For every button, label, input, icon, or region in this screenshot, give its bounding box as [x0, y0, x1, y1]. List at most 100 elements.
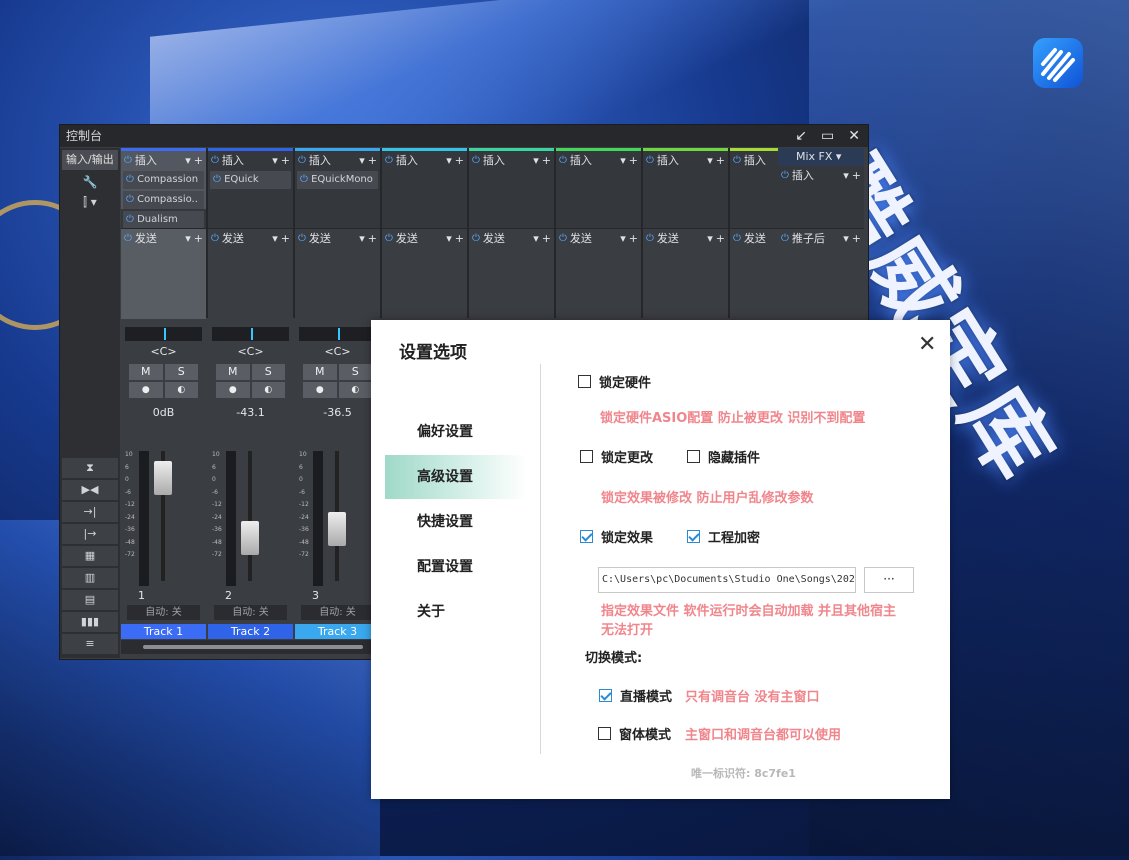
add-icon[interactable]: + [542, 154, 551, 167]
nav-preferences[interactable]: 偏好设置 [385, 410, 527, 454]
routing-icon[interactable]: ⫿ ▾ [60, 192, 120, 212]
automation-button[interactable]: 自动: 关 [127, 605, 200, 620]
window-mode-option[interactable]: 窗体模式 [598, 724, 671, 743]
window-mode-checkbox[interactable] [598, 727, 611, 740]
power-icon[interactable]: ⏻ [646, 155, 654, 166]
power-icon[interactable]: ⏻ [124, 155, 132, 166]
hide-plugins-checkbox[interactable] [687, 450, 700, 463]
add-icon[interactable]: + [629, 154, 638, 167]
browse-button[interactable]: ··· [864, 567, 914, 593]
power-icon[interactable]: ⏻ [211, 155, 219, 166]
mute-button[interactable]: M [216, 364, 250, 380]
insert-section[interactable]: ⏻ 插入 ▾ + ⏻ Compassion ⏻ Compassio.. ⏻ Dualism [121, 151, 206, 229]
pan-control[interactable] [299, 327, 376, 341]
hide-plugins-option[interactable]: 隐藏插件 [687, 447, 760, 466]
solo-button[interactable]: S [338, 364, 372, 380]
add-icon[interactable]: + [852, 232, 861, 245]
power-icon[interactable]: ⏻ [781, 233, 789, 244]
dropdown-icon[interactable]: ▾ [359, 154, 365, 167]
fader-knob[interactable] [241, 521, 259, 556]
send-section[interactable]: ⏻发送 ▾+ [295, 228, 380, 319]
monitor-icon[interactable]: ◐ [251, 382, 285, 398]
solo-button[interactable]: S [251, 364, 285, 380]
monitor-icon[interactable]: ◐ [338, 382, 372, 398]
wrench-icon[interactable]: 🔧 [60, 172, 120, 192]
track-name[interactable]: Track 1 [121, 624, 206, 639]
horizontal-scrollbar[interactable] [121, 640, 371, 654]
power-icon[interactable]: ⏻ [472, 233, 480, 244]
plugin-slot[interactable]: ⏻ Compassio.. [123, 191, 204, 209]
power-icon[interactable]: ⏻ [385, 233, 393, 244]
add-icon[interactable]: + [368, 232, 377, 245]
power-icon[interactable]: ⏻ [126, 194, 137, 205]
power-icon[interactable]: ⏻ [385, 155, 393, 166]
mute-button[interactable]: M [303, 364, 337, 380]
io-toggle[interactable]: 输入/输出 [62, 150, 118, 170]
plugin-slot[interactable]: ⏻ Compassion [123, 171, 204, 189]
encrypt-project-checkbox[interactable] [687, 530, 700, 543]
add-icon[interactable]: + [455, 154, 464, 167]
monitor-icon[interactable]: ◐ [164, 382, 198, 398]
lock-effects-option[interactable]: 锁定效果 [580, 527, 653, 546]
power-icon[interactable]: ⏻ [300, 174, 311, 185]
dropdown-icon[interactable]: ▾ [446, 154, 452, 167]
track-name[interactable]: Track 3 [295, 624, 380, 639]
lock-hardware-checkbox[interactable] [578, 375, 591, 388]
add-icon[interactable]: + [194, 154, 203, 167]
add-icon[interactable]: + [281, 232, 290, 245]
power-icon[interactable]: ⏻ [472, 155, 480, 166]
dropdown-icon[interactable]: ▾ [620, 154, 626, 167]
dropdown-icon[interactable]: ▾ [707, 232, 713, 245]
add-icon[interactable]: + [368, 154, 377, 167]
dropdown-icon[interactable]: ▾ [272, 154, 278, 167]
arrows-icon[interactable]: ▶◀ [62, 480, 118, 500]
add-icon[interactable]: + [629, 232, 638, 245]
list-icon[interactable]: ≡ [62, 634, 118, 654]
live-mode-option[interactable]: 直播模式 [599, 686, 672, 705]
solo-button[interactable]: S [164, 364, 198, 380]
send-section[interactable]: ⏻发送 ▾+ [643, 228, 728, 319]
nav-advanced[interactable]: 高级设置 [385, 455, 527, 499]
encrypt-project-option[interactable]: 工程加密 [687, 527, 760, 546]
power-icon[interactable]: ⏻ [298, 233, 306, 244]
automation-button[interactable]: 自动: 关 [301, 605, 374, 620]
fader-knob[interactable] [154, 461, 172, 495]
dropdown-icon[interactable]: ▾ [359, 232, 365, 245]
insert-section[interactable]: ⏻插入 ▾+ [643, 151, 728, 209]
dropdown-icon[interactable]: ▾ [843, 169, 849, 182]
power-icon[interactable]: ⏻ [126, 174, 137, 185]
nav-shortcuts[interactable]: 快捷设置 [385, 500, 527, 544]
insert-section[interactable]: ⏻ 插入 ▾ + ⏻ EQuick [208, 151, 293, 209]
insert-section[interactable]: ⏻插入 ▾+ [556, 151, 641, 209]
add-icon[interactable]: + [852, 169, 861, 182]
automation-button[interactable]: 自动: 关 [214, 605, 287, 620]
meter-icon[interactable]: ▮▮▮ [62, 612, 118, 632]
close-icon[interactable]: ✕ [918, 332, 936, 357]
plugin-slot[interactable]: ⏻ Dualism [123, 211, 204, 229]
mix-fx-header[interactable]: Mix FX ▾ [778, 148, 864, 166]
add-icon[interactable]: + [542, 232, 551, 245]
track-name[interactable]: Track 2 [208, 624, 293, 639]
power-icon[interactable]: ⏻ [213, 174, 224, 185]
add-icon[interactable]: + [281, 154, 290, 167]
plugin-slot[interactable]: ⏻ EQuickMono [297, 171, 378, 189]
add-icon[interactable]: + [716, 154, 725, 167]
dropdown-icon[interactable]: ▾ [843, 232, 849, 245]
lock-hardware-option[interactable]: 锁定硬件 [578, 372, 651, 391]
power-icon[interactable]: ⏻ [559, 233, 567, 244]
output-icon[interactable]: |→ [62, 524, 118, 544]
dropdown-icon[interactable]: ▾ [185, 232, 191, 245]
app-logo-icon[interactable] [1033, 38, 1083, 88]
insert-section[interactable]: ⏻ 插入 ▾ + ⏻ EQuickMono [295, 151, 380, 209]
send-section[interactable]: ⏻发送 ▾+ [556, 228, 641, 319]
dropdown-icon[interactable]: ▾ [533, 232, 539, 245]
add-icon[interactable]: + [455, 232, 464, 245]
power-icon[interactable]: ⏻ [733, 233, 741, 244]
lock-changes-checkbox[interactable] [580, 450, 593, 463]
power-icon[interactable]: ⏻ [559, 155, 567, 166]
dropdown-icon[interactable]: ▾ [272, 232, 278, 245]
send-section[interactable]: ⏻发送 ▾+ [121, 228, 206, 319]
collapse-icon[interactable]: ↙ [795, 125, 807, 147]
mute-button[interactable]: M [129, 364, 163, 380]
dropdown-icon[interactable]: ▾ [446, 232, 452, 245]
